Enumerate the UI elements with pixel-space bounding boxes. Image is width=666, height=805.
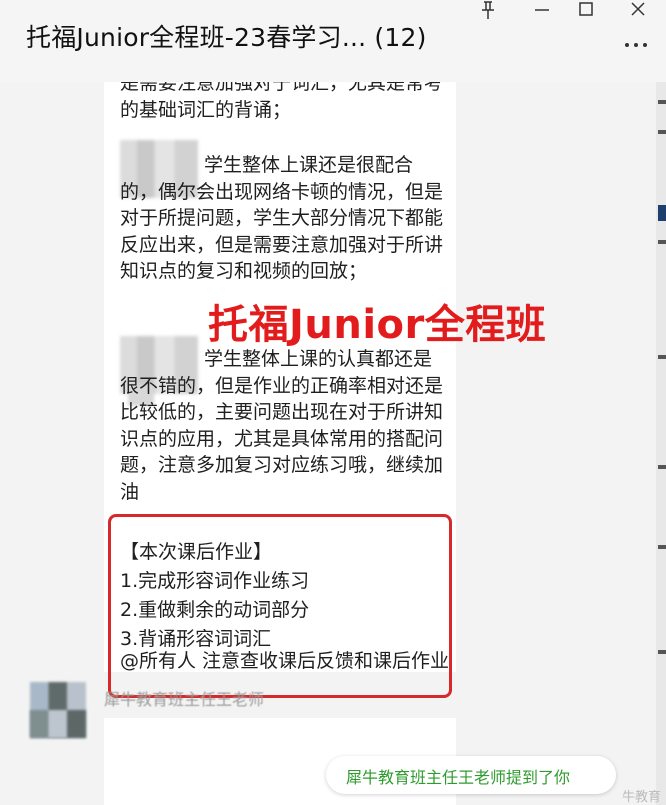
title-bar: 托福Junior全程班-23春学习... (12) bbox=[0, 0, 666, 83]
edge-fragment bbox=[658, 205, 666, 221]
edge-fragment bbox=[658, 465, 666, 469]
edge-fragment bbox=[658, 130, 666, 134]
mention-message-text: @所有人 注意查收课后反馈和课后作业 bbox=[120, 650, 450, 672]
sender-avatar-lower bbox=[30, 710, 86, 738]
close-icon[interactable] bbox=[618, 0, 658, 22]
adjacent-window-edge bbox=[656, 82, 666, 805]
edge-fragment bbox=[658, 650, 666, 654]
edge-fragment bbox=[658, 240, 666, 244]
sender-name: 犀牛教育班主任王老师 bbox=[104, 690, 265, 709]
minimize-icon[interactable] bbox=[522, 0, 562, 22]
mention-notification-text[interactable]: 犀牛教育班主任王老师提到了你 bbox=[346, 764, 570, 788]
corner-watermark-logo: 牛教育 bbox=[622, 790, 662, 805]
chat-area: 是需要注意加强对于词汇，尤其是常考的基础词汇的背诵； 学生整体上课还是很配合的，… bbox=[0, 82, 666, 805]
chat-title: 托福Junior全程班-23春学习... (12) bbox=[26, 23, 427, 52]
feedback-paragraph-2: 学生整体上课还是很配合的，偶尔会出现网络卡顿的情况，但是对于所提问题，学生大部分… bbox=[120, 154, 444, 282]
feedback-paragraph-3: 学生整体上课的认真都还是很不错的，但是作业的正确率相对还是比较低的，主要问题出现… bbox=[120, 348, 444, 503]
pin-icon[interactable] bbox=[468, 0, 508, 22]
more-options-icon[interactable] bbox=[622, 38, 650, 52]
watermark-text: 托福Junior全程班 bbox=[208, 302, 547, 348]
edge-fragment bbox=[658, 100, 666, 104]
edge-fragment bbox=[658, 545, 666, 549]
feedback-paragraph-1: 是需要注意加强对于词汇，尤其是常考的基础词汇的背诵； bbox=[120, 82, 444, 121]
edge-fragment bbox=[658, 355, 666, 359]
maximize-icon[interactable] bbox=[566, 0, 606, 22]
